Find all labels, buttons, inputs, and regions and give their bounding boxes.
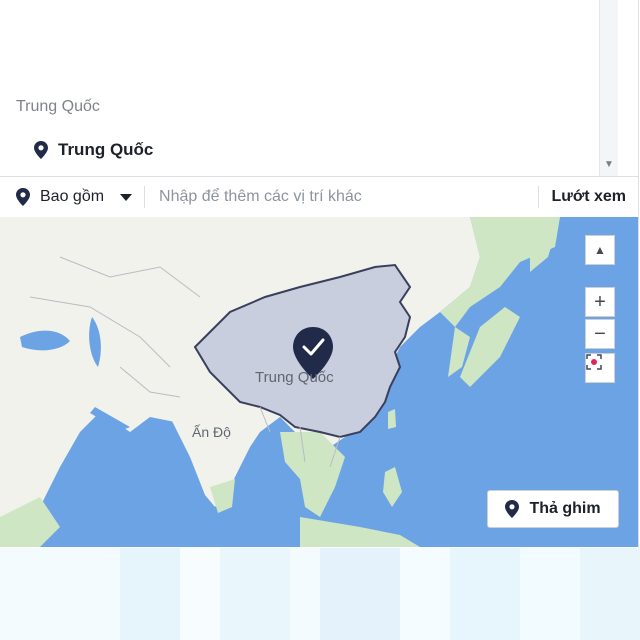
region-group-label: Trung Quốc (16, 98, 100, 115)
triangle-down-icon[interactable]: ▼ (604, 160, 614, 170)
selected-location-item[interactable]: Trung Quốc (34, 140, 153, 160)
include-dropdown[interactable]: Bao gồm (0, 177, 144, 217)
recenter-button[interactable] (585, 353, 615, 383)
selected-region-map-label: Trung Quốc (255, 369, 334, 386)
zoom-in-button[interactable]: + (585, 287, 615, 317)
chevron-up-icon[interactable]: ▲ (585, 235, 615, 265)
drop-pin-button[interactable]: Thả ghim (487, 490, 619, 528)
location-list-scrollbar[interactable]: ▼ (599, 0, 618, 176)
location-targeting-panel: Trung Quốc Trung Quốc ▼ Bao gồm Lướt xem (0, 0, 639, 548)
map-pin-icon (505, 500, 520, 518)
include-dropdown-label: Bao gồm (40, 188, 105, 205)
selected-locations-list: Trung Quốc Trung Quốc ▼ (0, 0, 618, 176)
map-pin-icon (34, 141, 48, 159)
browse-button[interactable]: Lướt xem (538, 186, 638, 208)
map-island-taiwan (388, 409, 396, 429)
zoom-out-button[interactable]: − (585, 319, 615, 349)
chevron-down-icon (120, 193, 133, 201)
drop-pin-label: Thả ghim (529, 500, 601, 517)
location-search-input[interactable] (145, 176, 539, 218)
screenshot-artifact-band (0, 548, 640, 640)
country-map-label: Ấn Độ (192, 424, 231, 440)
selected-location-label: Trung Quốc (58, 140, 154, 159)
location-search-bar: Bao gồm Lướt xem (0, 176, 638, 218)
recenter-icon (586, 354, 602, 370)
map-pin-icon (16, 188, 30, 206)
